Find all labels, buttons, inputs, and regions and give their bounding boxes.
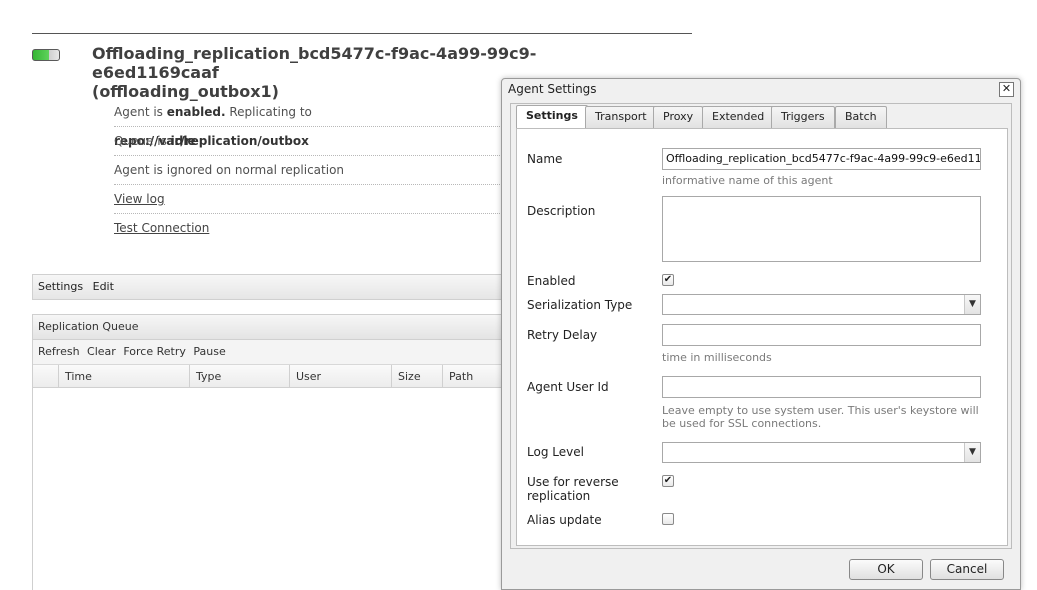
close-icon[interactable]: ✕ [999, 82, 1014, 97]
queue-status-value: idle [170, 134, 196, 148]
description-label: Description [527, 204, 596, 218]
retry-delay-input[interactable] [662, 324, 981, 346]
chevron-down-icon[interactable]: ▼ [964, 295, 980, 314]
pause-button[interactable]: Pause [193, 345, 225, 358]
dialog-body: Settings Transport Proxy Extended Trigge… [510, 103, 1012, 549]
test-connection-link[interactable]: Test Connection [114, 221, 209, 235]
log-level-label: Log Level [527, 445, 584, 459]
settings-label: Settings [38, 280, 84, 293]
refresh-button[interactable]: Refresh [38, 345, 80, 358]
queue-toolbar: Refresh Clear Force Retry Pause [33, 340, 551, 365]
agent-title-line1: Offloading_replication_bcd5477c-f9ac-4a9… [92, 44, 537, 82]
name-hint: informative name of this agent [662, 174, 833, 187]
description-textarea[interactable] [662, 196, 981, 262]
agent-status-light [32, 49, 60, 61]
dialog-title: Agent Settings [508, 82, 597, 96]
column-header-time[interactable]: Time [58, 365, 190, 387]
agent-user-id-label: Agent User Id [527, 380, 609, 394]
cancel-button[interactable]: Cancel [930, 559, 1004, 580]
queue-table-header: Time Type User Size Path [33, 365, 551, 388]
retry-delay-hint: time in milliseconds [662, 351, 772, 364]
alias-update-checkbox[interactable] [662, 513, 674, 525]
enabled-label: Enabled [527, 274, 576, 288]
column-header-size[interactable]: Size [391, 365, 443, 387]
view-log-row: View log [114, 185, 504, 214]
log-level-select[interactable]: ▼ [662, 442, 981, 463]
header-divider [32, 33, 692, 34]
agent-user-id-hint: Leave empty to use system user. This use… [662, 404, 979, 430]
clear-button[interactable]: Clear [87, 345, 116, 358]
agent-status-value: enabled. [166, 105, 226, 119]
name-label: Name [527, 152, 563, 166]
enabled-checkbox[interactable]: ✔ [662, 274, 674, 286]
column-header-type[interactable]: Type [189, 365, 289, 387]
tab-extended[interactable]: Extended [702, 106, 775, 128]
serialization-type-label: Serialization Type [527, 298, 633, 312]
agent-status-row: Agent is enabled. Replicating to repo://… [114, 98, 504, 148]
retry-delay-label: Retry Delay [527, 328, 598, 342]
tab-transport[interactable]: Transport [585, 106, 657, 128]
replication-queue-panel: Replication Queue Refresh Clear Force Re… [32, 314, 552, 590]
name-input[interactable]: Offloading_replication_bcd5477c-f9ac-4a9… [662, 148, 981, 170]
test-connection-row: Test Connection [114, 214, 504, 243]
tab-proxy[interactable]: Proxy [653, 106, 704, 128]
queue-status-row: Queue is idle [114, 127, 504, 156]
tab-batch[interactable]: Batch [835, 106, 887, 128]
alias-update-label: Alias update [527, 513, 602, 527]
replication-queue-title: Replication Queue [33, 315, 551, 340]
reverse-replication-checkbox[interactable]: ✔ [662, 475, 674, 487]
settings-tab-panel: Name Offloading_replication_bcd5477c-f9a… [516, 128, 1008, 546]
column-header-select[interactable] [33, 365, 59, 387]
settings-toolbar: Settings Edit [32, 274, 552, 300]
edit-button[interactable]: Edit [93, 280, 114, 293]
column-header-user[interactable]: User [289, 365, 391, 387]
view-log-link[interactable]: View log [114, 192, 165, 206]
tab-settings[interactable]: Settings [516, 105, 588, 129]
chevron-down-icon[interactable]: ▼ [964, 443, 980, 462]
agent-user-id-input[interactable] [662, 376, 981, 398]
ignored-row: Agent is ignored on normal replication [114, 156, 504, 185]
agent-settings-dialog: Agent Settings ✕ Settings Transport Prox… [501, 78, 1021, 590]
force-retry-button[interactable]: Force Retry [123, 345, 186, 358]
reverse-replication-label: Use for reverse replication [527, 475, 619, 503]
serialization-type-select[interactable]: ▼ [662, 294, 981, 315]
tab-triggers[interactable]: Triggers [771, 106, 835, 128]
ok-button[interactable]: OK [849, 559, 923, 580]
